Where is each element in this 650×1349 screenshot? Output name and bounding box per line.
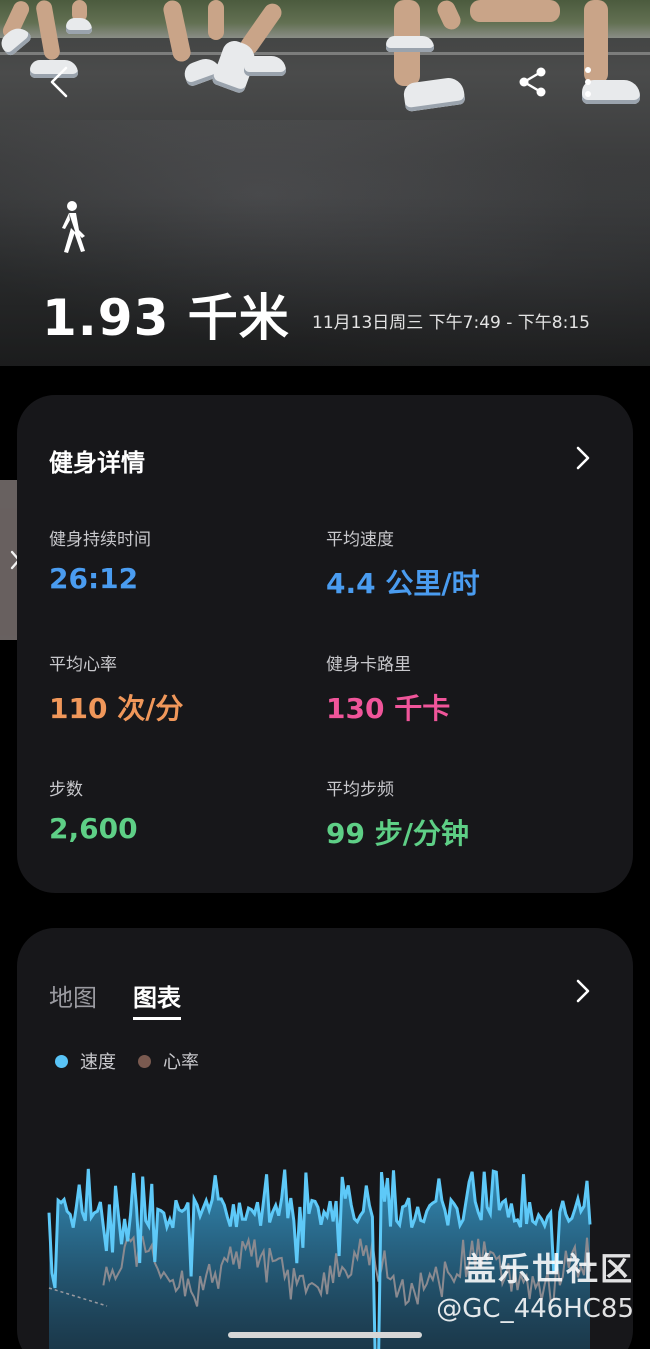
metric-steps: 步数 2,600	[49, 775, 138, 845]
metric-duration: 健身持续时间 26:12	[49, 525, 151, 595]
metric-label: 平均速度	[326, 530, 394, 550]
legend-speed[interactable]: 速度	[55, 1048, 116, 1074]
more-options-button[interactable]	[578, 64, 598, 100]
metric-avg-speed: 平均速度 4.4 公里/时	[326, 525, 480, 602]
chevron-right-icon[interactable]	[573, 978, 593, 1004]
home-indicator[interactable]	[228, 1332, 422, 1338]
distance-value: 1.93 千米	[42, 289, 290, 347]
metric-calories: 健身卡路里 130 千卡	[326, 650, 450, 727]
workout-time-range: 11月13日周三 下午7:49 - 下午8:15	[312, 313, 590, 333]
metric-label: 步数	[49, 780, 83, 800]
metric-value: 26:12	[49, 562, 139, 595]
metric-label: 健身卡路里	[326, 655, 411, 675]
legend-label: 速度	[80, 1052, 116, 1073]
watermark: 盖乐世社区 @GC_446HC85	[436, 1244, 634, 1324]
metric-label: 平均心率	[49, 655, 117, 675]
metric-value: 99 步/分钟	[326, 817, 469, 850]
details-title: 健身详情	[49, 449, 145, 477]
metric-avg-heart-rate: 平均心率 110 次/分	[49, 650, 183, 727]
legend-label: 心率	[163, 1052, 199, 1073]
background-road-line	[0, 52, 650, 55]
legend-heart-rate[interactable]: 心率	[138, 1048, 199, 1074]
tab-map[interactable]: 地图	[49, 978, 97, 1020]
metric-value: 2,600	[49, 812, 138, 845]
back-button[interactable]	[42, 62, 82, 102]
share-icon	[519, 67, 546, 97]
hero-banner: 1.93 千米 11月13日周三 下午7:49 - 下午8:15	[0, 0, 650, 366]
metric-value: 110 次/分	[49, 692, 184, 725]
workout-details-card[interactable]: 健身详情 健身持续时间 26:12 平均速度 4.4 公里/时 平均心率 110…	[17, 395, 633, 893]
metric-value: 4.4 公里/时	[326, 567, 480, 600]
tab-chart[interactable]: 图表	[133, 978, 181, 1020]
metric-label: 健身持续时间	[49, 530, 151, 550]
metric-value: 130 千卡	[326, 692, 451, 725]
metric-cadence: 平均步频 99 步/分钟	[326, 775, 469, 852]
legend-dot	[55, 1054, 68, 1068]
more-vertical-icon	[585, 67, 591, 97]
chart-legend: 速度 心率	[55, 1048, 221, 1074]
back-arrow-icon	[50, 66, 68, 98]
watermark-title: 盖乐世社区	[463, 1250, 634, 1288]
walking-person-icon	[52, 200, 92, 256]
chevron-right-icon[interactable]	[573, 445, 593, 471]
watermark-handle: @GC_446HC85	[436, 1294, 634, 1324]
share-button[interactable]	[515, 64, 551, 100]
legend-dot	[138, 1054, 151, 1068]
metric-label: 平均步频	[326, 780, 394, 800]
view-tabs: 地图 图表	[49, 978, 181, 1020]
